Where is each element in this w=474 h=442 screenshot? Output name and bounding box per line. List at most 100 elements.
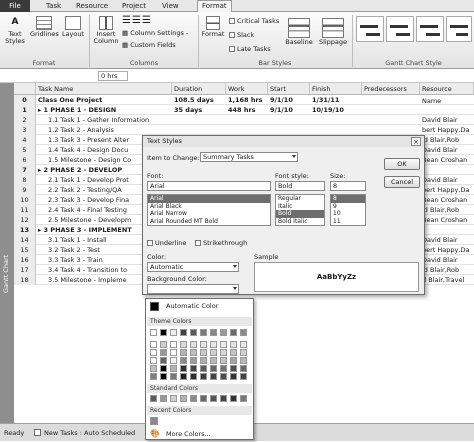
font-option[interactable]: Arial Rounded MT Bold xyxy=(148,218,270,226)
tab-view[interactable]: View xyxy=(158,1,183,12)
cell-finish[interactable]: 10/19/10 xyxy=(312,105,360,115)
font-option[interactable]: Arial xyxy=(148,195,270,203)
tab-task[interactable]: Task xyxy=(42,1,65,12)
table-row[interactable]: 2 1.1 Task 1 - Gather Information David Bl… xyxy=(14,115,474,125)
late-tasks-checkbox[interactable]: Late Tasks xyxy=(229,45,271,53)
theme-color-swatch[interactable] xyxy=(230,373,237,380)
cell-res[interactable]: bert Happy,Da xyxy=(422,185,474,195)
theme-color-swatch[interactable] xyxy=(240,373,247,380)
cell-dur[interactable]: 35 days xyxy=(174,105,226,115)
row-number[interactable]: 14 xyxy=(14,235,36,245)
automatic-color-swatch[interactable] xyxy=(150,302,159,311)
row-number[interactable]: 7 xyxy=(14,165,36,175)
theme-color-swatch[interactable] xyxy=(170,357,177,364)
theme-color-swatch[interactable] xyxy=(240,365,247,372)
cell-res[interactable]: David Blair xyxy=(422,145,474,155)
font-option[interactable]: Arial Narrow xyxy=(148,210,270,218)
cell-work[interactable] xyxy=(228,125,268,135)
theme-color-swatch[interactable] xyxy=(180,357,187,364)
font-style-input[interactable]: Bold xyxy=(275,181,325,191)
theme-color-swatch[interactable] xyxy=(230,341,237,348)
standard-color-swatch[interactable] xyxy=(200,395,207,402)
font-option[interactable]: Arial Black xyxy=(148,203,270,211)
theme-color-swatch[interactable] xyxy=(160,349,167,356)
row-number[interactable]: 13 xyxy=(14,225,36,235)
cell-res[interactable]: David Blair xyxy=(422,235,474,245)
cell-res[interactable]: bert Happy,Da xyxy=(422,125,474,135)
theme-color-swatch[interactable] xyxy=(150,341,157,348)
font-style-option[interactable]: Bold xyxy=(276,210,324,218)
theme-color-swatch[interactable] xyxy=(150,329,157,336)
format-button[interactable]: Format xyxy=(201,16,225,38)
cell-work[interactable]: 1,168 hrs xyxy=(228,95,268,105)
cell-res[interactable]: id Blair,Rob xyxy=(422,205,474,215)
row-number[interactable]: 3 xyxy=(14,125,36,135)
theme-color-swatch[interactable] xyxy=(150,373,157,380)
custom-fields-button[interactable]: ▦ Custom Fields xyxy=(122,41,176,49)
row-number[interactable]: 12 xyxy=(14,215,36,225)
cell-name[interactable]: 1.1 Task 1 - Gather Information xyxy=(38,115,170,125)
theme-color-swatch[interactable] xyxy=(220,365,227,372)
cell-res[interactable] xyxy=(422,95,474,105)
theme-color-swatch[interactable] xyxy=(160,373,167,380)
font-style-option[interactable]: Italic xyxy=(276,203,324,211)
standard-color-swatch[interactable] xyxy=(230,395,237,402)
font-input[interactable]: Arial xyxy=(147,181,271,191)
tab-project[interactable]: Project xyxy=(118,1,150,12)
theme-color-swatch[interactable] xyxy=(180,341,187,348)
cell-dur[interactable] xyxy=(174,125,226,135)
font-style-option[interactable]: Bold Italic xyxy=(276,218,324,226)
cell-finish[interactable]: 1/31/11 xyxy=(312,95,360,105)
theme-color-swatch[interactable] xyxy=(230,349,237,356)
tab-file[interactable]: File xyxy=(0,0,30,12)
theme-color-swatch[interactable] xyxy=(200,357,207,364)
theme-color-swatch[interactable] xyxy=(210,349,217,356)
row-number[interactable]: 11 xyxy=(14,205,36,215)
cell-start[interactable] xyxy=(270,125,310,135)
theme-color-swatch[interactable] xyxy=(210,329,217,336)
text-styles-button[interactable]: A Text Styles xyxy=(3,16,27,45)
theme-color-swatch[interactable] xyxy=(220,329,227,336)
theme-color-swatch[interactable] xyxy=(170,341,177,348)
row-number[interactable]: 10 xyxy=(14,195,36,205)
table-row[interactable]: 1 ▸ 1 PHASE 1 · DESIGN 35 days 448 hrs 9/1/1… xyxy=(14,105,474,115)
insert-column-button[interactable]: Insert Column xyxy=(92,16,120,45)
theme-color-swatch[interactable] xyxy=(220,349,227,356)
cell-finish[interactable] xyxy=(312,125,360,135)
theme-color-swatch[interactable] xyxy=(240,349,247,356)
underline-checkbox[interactable]: Underline xyxy=(147,239,186,247)
theme-color-swatch[interactable] xyxy=(180,365,187,372)
cell-res[interactable]: Bean Croshan xyxy=(422,215,474,225)
cell-start[interactable] xyxy=(270,115,310,125)
size-option[interactable]: 10 xyxy=(331,210,365,218)
automatic-color-option[interactable]: Automatic Color xyxy=(166,302,218,310)
theme-color-swatch[interactable] xyxy=(200,341,207,348)
theme-color-swatch[interactable] xyxy=(240,329,247,336)
theme-color-swatch[interactable] xyxy=(180,373,187,380)
standard-color-swatch[interactable] xyxy=(220,395,227,402)
layout-button[interactable]: Layout xyxy=(60,16,86,38)
gantt-style-1[interactable] xyxy=(356,16,384,42)
column-settings-button[interactable]: ▦ Column Settings - xyxy=(122,29,188,37)
theme-color-swatch[interactable] xyxy=(160,357,167,364)
row-number[interactable]: 15 xyxy=(14,245,36,255)
column-header-task-name[interactable]: Task Name xyxy=(36,83,172,95)
cell-res[interactable] xyxy=(422,165,474,175)
theme-color-swatch[interactable] xyxy=(170,349,177,356)
theme-color-swatch[interactable] xyxy=(230,365,237,372)
critical-tasks-checkbox[interactable]: Critical Tasks xyxy=(229,17,279,25)
theme-color-swatch[interactable] xyxy=(170,365,177,372)
row-number[interactable]: 8 xyxy=(14,175,36,185)
table-row[interactable]: 0 Class One Project 108.5 days 1,168 hrs 9/1… xyxy=(14,95,474,105)
theme-color-swatch[interactable] xyxy=(150,365,157,372)
row-number[interactable]: 0 xyxy=(14,95,36,105)
cell-res[interactable]: bert Happy,Da xyxy=(422,245,474,255)
theme-color-swatch[interactable] xyxy=(200,349,207,356)
size-option[interactable]: 8 xyxy=(331,195,365,203)
size-input[interactable]: 8 xyxy=(330,181,366,191)
row-number[interactable]: 17 xyxy=(14,265,36,275)
size-list[interactable]: 8 9 10 11 xyxy=(330,194,366,226)
baseline-button[interactable]: Baseline xyxy=(282,18,316,46)
cell-res[interactable]: Bean Croshan xyxy=(422,155,474,165)
align-icons[interactable]: ☰☰☰ xyxy=(122,15,152,26)
